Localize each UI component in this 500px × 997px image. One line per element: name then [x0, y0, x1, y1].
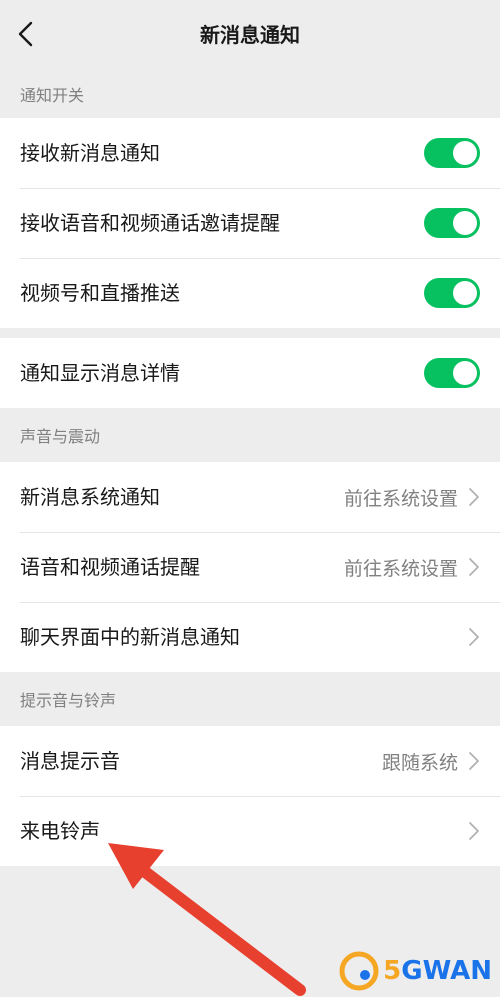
- toggle-switch[interactable]: [424, 358, 480, 388]
- row-call-reminder[interactable]: 语音和视频通话提醒 前往系统设置: [0, 532, 500, 602]
- row-receive-new-message[interactable]: 接收新消息通知: [0, 118, 500, 188]
- row-channels-live-push[interactable]: 视频号和直播推送: [0, 258, 500, 328]
- row-label: 接收新消息通知: [20, 141, 160, 165]
- section-header-sound-vibration: 声音与震动: [20, 427, 101, 446]
- row-value: 跟随系统: [381, 751, 458, 774]
- row-label: 聊天界面中的新消息通知: [20, 625, 240, 649]
- chevron-right-icon: [469, 558, 479, 576]
- row-show-message-detail[interactable]: 通知显示消息详情: [0, 338, 500, 408]
- group-sound-vibration: 新消息系统通知 前往系统设置 语音和视频通话提醒 前往系统设置 聊天界面中的新消…: [0, 462, 500, 672]
- watermark-logo-icon: [339, 951, 379, 991]
- row-in-chat-notification[interactable]: 聊天界面中的新消息通知: [0, 602, 500, 672]
- toggle-knob: [453, 141, 477, 165]
- group-tones-ringtones: 消息提示音 跟随系统 来电铃声: [0, 726, 500, 866]
- row-incoming-ringtone[interactable]: 来电铃声: [0, 796, 500, 866]
- watermark-text: GWAN: [401, 956, 492, 986]
- row-label: 来电铃声: [20, 819, 100, 843]
- toggle-knob: [453, 211, 477, 235]
- chevron-right-icon: [469, 822, 479, 840]
- section-header-tones-ringtones: 提示音与铃声: [20, 691, 117, 710]
- chevron-right-icon: [469, 752, 479, 770]
- toggle-switch[interactable]: [424, 208, 480, 238]
- page-title: 新消息通知: [200, 23, 300, 47]
- chevron-right-icon: [469, 488, 479, 506]
- toggle-knob: [453, 281, 477, 305]
- row-label: 新消息系统通知: [20, 485, 160, 509]
- row-label: 语音和视频通话提醒: [20, 555, 200, 579]
- row-label: 消息提示音: [20, 749, 120, 773]
- row-value: 前往系统设置: [343, 557, 458, 580]
- section-header-notification-switches: 通知开关: [20, 86, 85, 105]
- row-value: 前往系统设置: [343, 487, 458, 510]
- row-label: 视频号和直播推送: [20, 281, 180, 305]
- toggle-switch[interactable]: [424, 138, 480, 168]
- row-receive-call-invite[interactable]: 接收语音和视频通话邀请提醒: [0, 188, 500, 258]
- group-notification-switches: 接收新消息通知 接收语音和视频通话邀请提醒 视频号和直播推送: [0, 118, 500, 328]
- watermark-digit: 5: [383, 956, 402, 986]
- navigation-bar: 新消息通知: [0, 0, 500, 70]
- toggle-knob: [453, 361, 477, 385]
- row-label: 通知显示消息详情: [20, 361, 180, 385]
- row-message-tone[interactable]: 消息提示音 跟随系统: [0, 726, 500, 796]
- toggle-switch[interactable]: [424, 278, 480, 308]
- row-system-notification[interactable]: 新消息系统通知 前往系统设置: [0, 462, 500, 532]
- row-label: 接收语音和视频通话邀请提醒: [20, 211, 280, 235]
- chevron-right-icon: [469, 628, 479, 646]
- group-message-detail: 通知显示消息详情: [0, 338, 500, 408]
- watermark: 5 GWAN: [339, 951, 492, 991]
